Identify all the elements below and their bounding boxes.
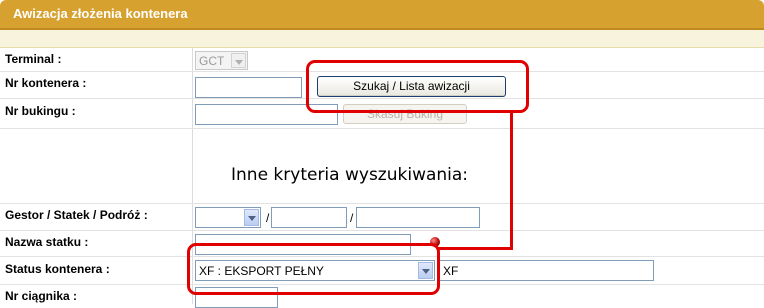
container-number-label: Nr kontenera : — [5, 76, 87, 90]
container-number-input[interactable] — [195, 77, 302, 98]
window-title: Awizacja złożenia kontenera — [13, 6, 188, 21]
highlight-connector — [510, 111, 513, 250]
chevron-down-icon — [244, 209, 259, 226]
highlight-box-search — [306, 60, 529, 113]
terminal-select-value: GCT — [199, 54, 225, 68]
terminal-select[interactable]: GCT — [195, 51, 248, 70]
gestor-select[interactable] — [195, 207, 261, 228]
highlight-box-status — [187, 243, 440, 295]
row-divider — [0, 128, 764, 129]
header-subbar — [0, 30, 764, 48]
terminal-label: Terminal : — [5, 52, 62, 66]
booking-number-label: Nr bukingu : — [5, 104, 76, 118]
row-divider — [0, 230, 764, 231]
separator-slash: / — [350, 211, 354, 225]
window-title-bar: Awizacja złożenia kontenera — [0, 0, 764, 28]
ship-name-label: Nazwa statku : — [5, 235, 89, 249]
separator-slash: / — [266, 211, 270, 225]
tractor-number-label: Nr ciągnika : — [5, 289, 78, 303]
container-status-label: Status kontenera : — [5, 262, 110, 276]
other-criteria-heading: Inne kryteria wyszukiwania: — [231, 165, 469, 185]
voyage-input[interactable] — [356, 207, 480, 228]
chevron-down-icon — [231, 53, 246, 68]
row-divider — [0, 203, 764, 204]
highlight-connector — [438, 247, 513, 250]
ship-code-input[interactable] — [271, 207, 347, 228]
container-status-code-input[interactable] — [439, 260, 654, 281]
gestor-ship-voyage-label: Gestor / Statek / Podróż : — [5, 208, 148, 222]
